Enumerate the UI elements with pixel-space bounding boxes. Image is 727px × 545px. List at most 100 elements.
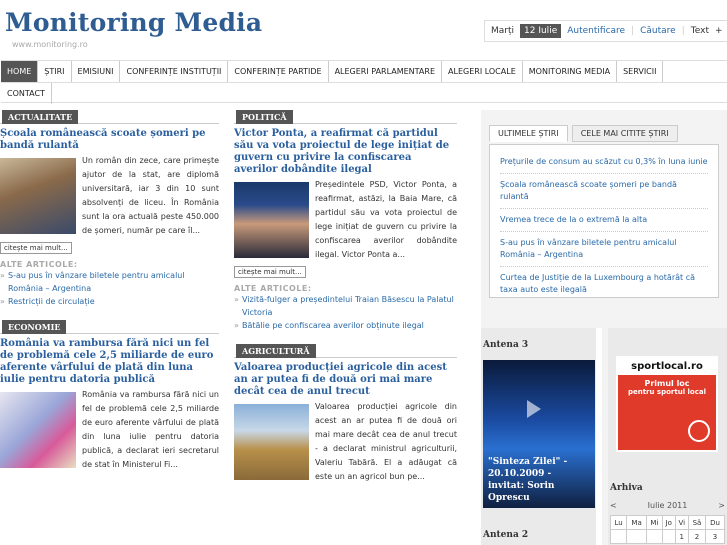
sidebar-right-block: sportlocal.ro Primul loc pentru sportul …	[608, 328, 727, 545]
other-articles-label: ALTE ARTICOLE:	[0, 260, 78, 269]
nav-item[interactable]: CONFERINȚE PARTIDE	[228, 61, 329, 82]
article-text: Valoarea producției agricole din acest a…	[315, 402, 457, 481]
section-tag: AGRICULTURĂ	[236, 344, 316, 358]
other-articles-list: Vizită-fulger a președintelui Traian Băs…	[234, 293, 457, 332]
calendar-day-header: Ma	[626, 515, 648, 530]
column-left: ACTUALITATE Școala românească scoate șom…	[0, 110, 219, 472]
tab-latest-news[interactable]: ULTIMELE ȘTIRI	[489, 125, 568, 142]
tab-most-read[interactable]: CELE MAI CITITE ȘTIRI	[571, 125, 678, 142]
calendar-day[interactable]	[626, 529, 648, 544]
calendar-day[interactable]	[609, 529, 628, 544]
calendar-header: < Iulie 2011 >	[610, 501, 725, 515]
list-item[interactable]: Bătălie pe confiscarea averilor obținute…	[234, 319, 457, 332]
read-more-button[interactable]: citește mai mult...	[234, 266, 306, 278]
runner-icon	[688, 420, 710, 442]
article-title[interactable]: Școala românească scoate șomeri pe bandă…	[0, 128, 219, 152]
site-url: www.monitoring.ro	[12, 40, 88, 49]
other-articles-label: ALTE ARTICOLE:	[234, 284, 312, 293]
article-excerpt: Valoarea producției agricole din acest a…	[234, 400, 457, 484]
calendar-month: Iulie 2011	[647, 501, 688, 510]
article-excerpt: România va rambursa fără nici un fel de …	[0, 388, 219, 472]
list-item[interactable]: Curtea de Justiție de la Luxembourg a ho…	[500, 267, 708, 301]
article-title[interactable]: Victor Ponta, a reafirmat că partidul să…	[234, 128, 457, 176]
list-item[interactable]: Prețurile de consum au scăzut cu 0,3% în…	[500, 151, 708, 174]
nav-item[interactable]: HOME	[1, 61, 39, 82]
sportlocal-line2: pentru sportul local	[627, 388, 707, 396]
list-item[interactable]: Școala românească scoate șomeri pe bandă…	[500, 174, 708, 209]
search-link[interactable]: Căutare	[640, 26, 676, 36]
calendar-day[interactable]: 2	[687, 529, 706, 544]
video-caption: "Sinteza Zilei" - 20.10.2009 - invitat: …	[488, 457, 568, 503]
calendar: < Iulie 2011 > Lu Ma Mi Jo Vi Sâ Du 123	[609, 501, 726, 544]
news-list: Prețurile de consum au scăzut cu 0,3% în…	[489, 144, 719, 298]
article-image[interactable]	[0, 158, 76, 234]
site-logo[interactable]: Monitoring Media	[5, 8, 262, 37]
antena2-heading: Antena 2	[483, 530, 529, 540]
column-middle: POLITICĂ Victor Ponta, a reafirmat că pa…	[234, 110, 457, 484]
nav-item[interactable]: ALEGERI LOCALE	[442, 61, 523, 82]
section-tag: ECONOMIE	[2, 320, 67, 334]
nav-item[interactable]: ȘTIRI	[38, 61, 72, 82]
article-title[interactable]: Valoarea producției agricole din acest a…	[234, 362, 457, 398]
calendar-day[interactable]	[646, 529, 663, 544]
section-header: ECONOMIE	[0, 320, 219, 334]
top-bar: Marți 12 Iulie Autentificare | Căutare |…	[484, 20, 727, 42]
nav-item[interactable]: CONTACT	[1, 83, 52, 104]
article-image[interactable]	[234, 182, 309, 258]
list-item[interactable]: Vremea trece de la o extremă la alta	[500, 209, 708, 232]
sportlocal-banner[interactable]: sportlocal.ro Primul loc pentru sportul …	[616, 356, 718, 452]
header: Monitoring Media www.monitoring.ro Marți…	[0, 0, 727, 58]
sidebar: ULTIMELE ȘTIRI CELE MAI CITITE ȘTIRI Pre…	[481, 110, 727, 545]
day-label: Marți	[491, 26, 515, 36]
nav-item[interactable]: ALEGERI PARLAMENTARE	[329, 61, 443, 82]
article-excerpt: Președintele PSD, Victor Ponta, a reafir…	[234, 178, 457, 262]
sportlocal-line1: Primul loc	[644, 379, 690, 388]
list-item[interactable]: S-au pus în vânzare biletele pentru amic…	[500, 232, 708, 267]
antena3-block: Antena 3 "Sinteza Zilei" - 20.10.2009 - …	[481, 328, 602, 545]
read-more-button[interactable]: citește mai mult...	[0, 242, 72, 254]
text-size-label: Text	[690, 26, 709, 36]
calendar-grid: Lu Ma Mi Jo Vi Sâ Du 123	[609, 515, 726, 544]
prev-month-button[interactable]: <	[610, 501, 617, 515]
next-month-button[interactable]: >	[718, 501, 725, 515]
article-text: Un român din zece, care primește ajutor …	[82, 156, 219, 235]
list-item[interactable]: Restricții de circulație	[0, 295, 219, 308]
section-tag: ACTUALITATE	[2, 110, 79, 124]
section-header: AGRICULTURĂ	[234, 344, 457, 358]
article-text: Președintele PSD, Victor Ponta, a reafir…	[315, 180, 457, 259]
separator: |	[631, 26, 635, 36]
login-link[interactable]: Autentificare	[567, 26, 625, 36]
nav-item[interactable]: EMISIUNI	[72, 61, 121, 82]
section-header: POLITICĂ	[234, 110, 457, 124]
sportlocal-brand: sportlocal.ro	[618, 358, 716, 375]
calendar-day-header: Sâ	[687, 515, 706, 530]
archive-heading: Arhiva	[610, 483, 643, 493]
article-title[interactable]: România va rambursa fără nici un fel de …	[0, 338, 219, 386]
article-image[interactable]	[234, 404, 309, 480]
list-item[interactable]: Vizită-fulger a președintelui Traian Băs…	[234, 293, 457, 319]
section-header: ACTUALITATE	[0, 110, 219, 124]
nav-item[interactable]: SERVICII	[617, 61, 664, 82]
other-articles-list: S-au pus în vânzare biletele pentru amic…	[0, 269, 219, 308]
article-text: România va rambursa fără nici un fel de …	[82, 390, 219, 469]
play-icon	[527, 400, 541, 418]
section-tag: POLITICĂ	[236, 110, 293, 124]
main-nav: HOME ȘTIRI EMISIUNI CONFERINȚE INSTITUȚII CO…	[1, 60, 727, 104]
separator: |	[681, 26, 685, 36]
calendar-day[interactable]: 1	[674, 529, 689, 544]
calendar-day[interactable]: 3	[704, 529, 726, 544]
nav-row: HOME ȘTIRI EMISIUNI CONFERINȚE INSTITUȚII CO…	[1, 61, 727, 82]
antena3-video[interactable]: "Sinteza Zilei" - 20.10.2009 - invitat: …	[483, 360, 595, 508]
calendar-day-header: Lu	[609, 515, 628, 530]
calendar-day[interactable]	[661, 529, 676, 544]
nav-item[interactable]: MONITORING MEDIA	[523, 61, 618, 82]
nav-row: CONTACT	[1, 82, 727, 104]
list-item[interactable]: S-au pus în vânzare biletele pentru amic…	[0, 269, 219, 295]
article-excerpt: Un român din zece, care primește ajutor …	[0, 154, 219, 238]
calendar-day-header: Mi	[646, 515, 663, 530]
article-image[interactable]	[0, 392, 76, 468]
calendar-day-header: Du	[704, 515, 726, 530]
text-increase-icon[interactable]: +	[715, 26, 723, 36]
nav-item[interactable]: CONFERINȚE INSTITUȚII	[120, 61, 229, 82]
date-badge: 12 Iulie	[520, 24, 562, 38]
